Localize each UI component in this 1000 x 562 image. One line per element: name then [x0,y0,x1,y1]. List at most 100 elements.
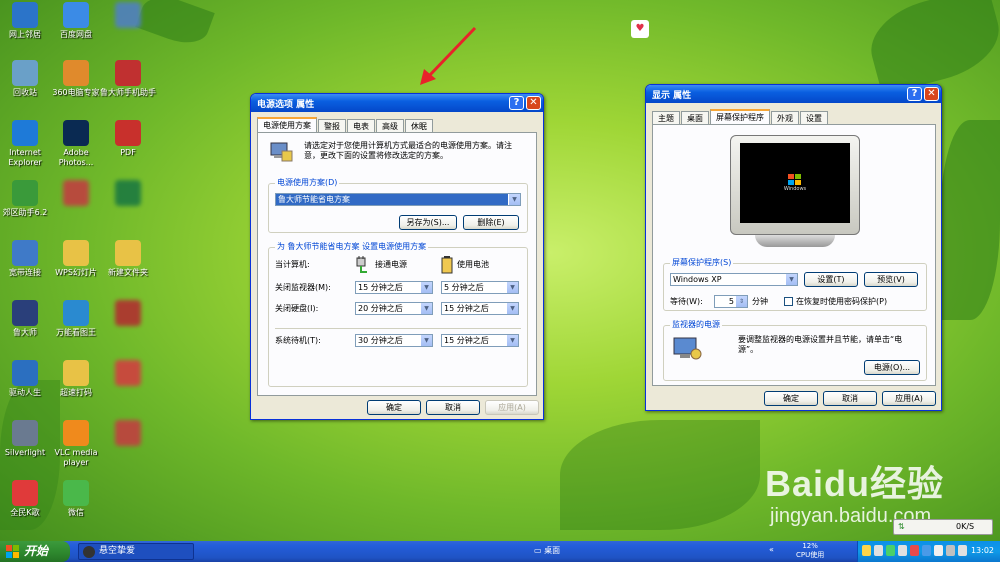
help-button[interactable]: ? [509,96,524,110]
desktop-icon[interactable] [97,420,159,448]
chevron-down-icon[interactable]: ▼ [506,282,518,293]
desktop-icon[interactable]: 微信 [45,480,107,518]
power-button[interactable]: 电源(O)... [864,360,920,375]
plugged-in-timeout-select[interactable]: 20 分钟之后 ▼ [355,302,433,315]
power-options-titlebar[interactable]: 电源选项 属性 ? ✕ [251,94,543,112]
desktop-icon[interactable] [97,2,159,30]
window-icon [12,420,38,446]
power-schemes-panel: 请选定对于您使用计算机方式最适合的电源使用方案。请注意，更改下面的设置将修改选定… [257,132,537,396]
desktop-icon: ▭ [534,546,542,555]
security-icon[interactable] [910,545,919,556]
baidu-watermark: Baidu经验 [765,463,945,504]
excel-icon [115,180,141,206]
tab-settings[interactable]: 设置 [800,111,828,124]
net-speed-widget[interactable]: ⇅ 0K/S [893,519,993,535]
tab-alarms[interactable]: 警报 [318,119,346,132]
app-icon [115,2,141,28]
tshirt-icon[interactable]: ♥ [631,20,649,38]
tab-advanced[interactable]: 高级 [376,119,404,132]
desktop-icon[interactable] [97,180,159,208]
start-button[interactable]: 开始 [0,541,70,562]
spinner-arrows-icon[interactable]: ⇕ [735,296,747,307]
person-icon [63,60,89,86]
timeout-value: 30 分钟之后 [358,336,403,345]
timeout-value: 20 分钟之后 [358,304,403,313]
leaf-decoration [861,0,1000,96]
shield-icon[interactable] [886,545,895,556]
network-icon[interactable] [898,545,907,556]
scheme-select[interactable]: 鲁大师节能省电方案 ▼ [275,193,521,206]
display-properties-titlebar[interactable]: 显示 属性 ? ✕ [646,85,941,103]
chevron-down-icon[interactable]: ▼ [420,282,432,293]
chevron-down-icon[interactable]: ▼ [506,335,518,346]
clock[interactable]: 13:02 [971,546,994,555]
tab-appearance[interactable]: 外观 [771,111,799,124]
timeout-value: 5 分钟之后 [444,283,484,292]
help-button[interactable]: ? [907,87,922,101]
tab-themes[interactable]: 主题 [652,111,680,124]
taskbar-item[interactable]: 悬空挚爱 [78,543,194,560]
password-checkbox[interactable] [784,297,793,306]
pdf-icon [115,120,141,146]
scheme-group-title: 电源使用方案(D) [275,178,340,188]
screensaver-select[interactable]: Windows XP ▼ [670,273,798,286]
battery-timeout-select[interactable]: 15 分钟之后 ▼ [441,302,519,315]
chevron-down-icon[interactable]: ▼ [420,303,432,314]
battery-timeout-select[interactable]: 5 分钟之后 ▼ [441,281,519,294]
desktop-toolbar[interactable]: ▭ 桌面 [534,545,560,556]
chevron-down-icon[interactable]: ▼ [508,194,520,205]
window-title: 显示 属性 [652,90,692,101]
battery-timeout-select[interactable]: 15 分钟之后 ▼ [441,334,519,347]
tab-desktop[interactable]: 桌面 [681,111,709,124]
file-icon [115,420,141,446]
tab-screensaver[interactable]: 屏幕保护程序 [710,109,770,124]
desktop-icon[interactable] [97,360,159,388]
wait-value: 5 [728,297,734,306]
leaf-decoration [940,120,1000,320]
desktop-icon[interactable]: PDF [97,120,159,158]
close-button[interactable]: ✕ [526,96,541,110]
monitor-energy-icon [672,336,702,362]
plugged-in-timeout-select[interactable]: 30 分钟之后 ▼ [355,334,433,347]
close-button[interactable]: ✕ [924,87,939,101]
chevron-down-icon[interactable]: ▼ [420,335,432,346]
apply-button[interactable]: 应用(A) [882,391,936,406]
timeout-value: 15 分钟之后 [444,304,489,313]
delete-button[interactable]: 删除(E) [463,215,519,230]
screensaver-group-title: 屏幕保护程序(S) [670,258,734,268]
save-as-button[interactable]: 另存为(S)... [399,215,457,230]
password-label: 在恢复时使用密码保护(P) [796,297,888,306]
tray-icons [862,545,967,556]
tab-power-schemes[interactable]: 电源使用方案 [257,117,317,132]
cancel-button[interactable]: 取消 [823,391,877,406]
ime-icon[interactable] [934,545,943,556]
apply-button[interactable]: 应用(A) [485,400,539,415]
preview-button[interactable]: 预览(V) [864,272,918,287]
cancel-button[interactable]: 取消 [426,400,480,415]
update-icon[interactable] [922,545,931,556]
tab-hibernate[interactable]: 休眠 [405,119,433,132]
photoshop-icon [63,120,89,146]
ok-button[interactable]: 确定 [367,400,421,415]
screensaver-settings-button[interactable]: 设置(T) [804,272,858,287]
kge-icon [12,480,38,506]
volume-icon[interactable] [958,545,967,556]
wait-minutes-spinner[interactable]: 5 ⇕ [714,295,748,308]
chevron-down-icon[interactable]: ▼ [785,274,797,285]
usb-icon[interactable] [946,545,955,556]
chevron-down-icon[interactable]: ▼ [506,303,518,314]
gear-icon [12,360,38,386]
qq-icon[interactable] [862,545,871,556]
desktop-icon[interactable] [97,300,159,328]
plugged-in-timeout-select[interactable]: 15 分钟之后 ▼ [355,281,433,294]
ok-button[interactable]: 确定 [764,391,818,406]
settings-group-title: 为 鲁大师节能省电方案 设置电源使用方案 [275,242,429,252]
desktop-icon-label: PDF [120,148,136,157]
speaker-icon[interactable] [874,545,883,556]
wechat-icon [63,480,89,506]
desktop-icon[interactable]: 鲁大师手机助手 [97,60,159,98]
desktop-icon[interactable]: 新建文件夹 [97,240,159,278]
tab-power-meter[interactable]: 电表 [347,119,375,132]
taskbar-item-label: 悬空挚爱 [99,546,136,556]
taskbar-chevron-icon[interactable]: « [769,545,774,554]
